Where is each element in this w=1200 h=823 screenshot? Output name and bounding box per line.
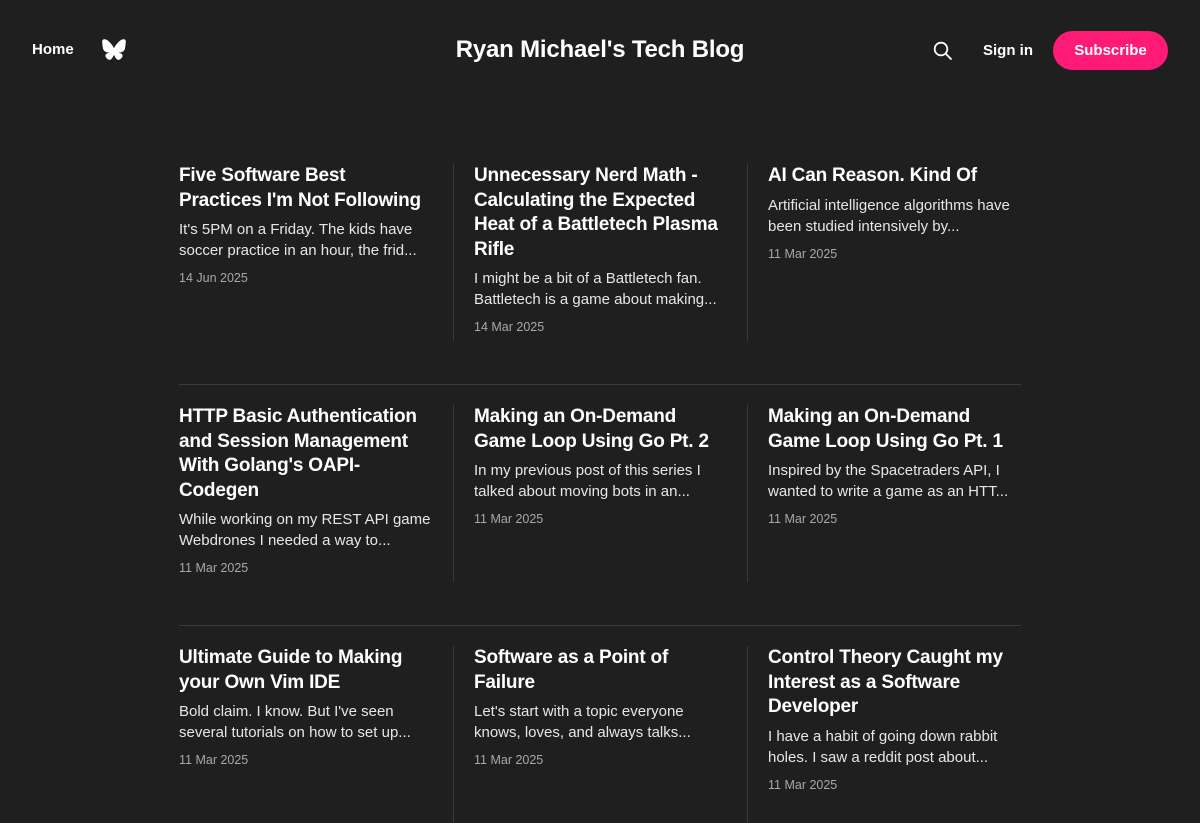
post-feed: Five Software Best Practices I'm Not Fol… [179, 164, 1021, 823]
nav-home-link[interactable]: Home [32, 37, 74, 63]
nav-right: Sign in Subscribe [931, 31, 1168, 70]
post-date: 11 Mar 2025 [179, 561, 249, 575]
post-title[interactable]: HTTP Basic Authentication and Session Ma… [179, 405, 433, 503]
post-row: HTTP Basic Authentication and Session Ma… [179, 405, 1021, 582]
search-icon [933, 41, 952, 60]
post-title[interactable]: Software as a Point of Failure [474, 646, 727, 695]
row-divider [179, 384, 1021, 385]
post-row: Ultimate Guide to Making your Own Vim ID… [179, 646, 1021, 823]
post-title[interactable]: Ultimate Guide to Making your Own Vim ID… [179, 646, 433, 695]
subscribe-button[interactable]: Subscribe [1053, 31, 1168, 70]
post-title[interactable]: Control Theory Caught my Interest as a S… [768, 646, 1021, 720]
post-card[interactable]: Making an On-Demand Game Loop Using Go P… [453, 405, 747, 582]
post-excerpt: Inspired by the Spacetraders API, I want… [768, 462, 1009, 500]
sign-in-link[interactable]: Sign in [983, 42, 1033, 59]
post-card[interactable]: Making an On-Demand Game Loop Using Go P… [747, 405, 1021, 582]
post-card[interactable]: Ultimate Guide to Making your Own Vim ID… [179, 646, 453, 823]
post-date: 14 Mar 2025 [474, 320, 545, 334]
butterfly-icon-svg [101, 39, 126, 60]
post-date: 11 Mar 2025 [768, 512, 838, 526]
post-row: Five Software Best Practices I'm Not Fol… [179, 164, 1021, 341]
post-date: 14 Jun 2025 [179, 271, 248, 285]
post-date: 11 Mar 2025 [768, 246, 838, 261]
post-excerpt: While working on my REST API game Webdro… [179, 511, 431, 549]
post-excerpt: Bold claim. I know. But I've seen severa… [179, 703, 411, 741]
post-card[interactable]: HTTP Basic Authentication and Session Ma… [179, 405, 453, 582]
nav-left: Home [32, 37, 127, 63]
post-card[interactable]: Unnecessary Nerd Math - Calculating the … [453, 164, 747, 341]
post-title[interactable]: Making an On-Demand Game Loop Using Go P… [474, 405, 727, 454]
row-divider [179, 625, 1021, 626]
post-card[interactable]: Software as a Point of Failure Let's sta… [453, 646, 747, 823]
post-excerpt: Let's start with a topic everyone knows,… [474, 703, 691, 741]
post-excerpt: I have a habit of going down rabbit hole… [768, 727, 998, 766]
post-title[interactable]: Unnecessary Nerd Math - Calculating the … [474, 164, 727, 262]
site-header: Home Ryan Michael's Tech Blog Sign in Su… [0, 0, 1200, 100]
post-card[interactable]: AI Can Reason. Kind Of Artificial intell… [747, 164, 1021, 341]
post-title[interactable]: AI Can Reason. Kind Of [768, 164, 1021, 189]
post-card[interactable]: Five Software Best Practices I'm Not Fol… [179, 164, 453, 341]
post-date: 11 Mar 2025 [768, 777, 838, 792]
site-title[interactable]: Ryan Michael's Tech Blog [456, 36, 745, 63]
post-excerpt: In my previous post of this series I tal… [474, 462, 701, 500]
post-title[interactable]: Five Software Best Practices I'm Not Fol… [179, 164, 433, 213]
post-excerpt: I might be a bit of a Battletech fan. Ba… [474, 270, 717, 308]
search-button[interactable] [931, 32, 955, 70]
post-card[interactable]: Control Theory Caught my Interest as a S… [747, 646, 1021, 823]
post-excerpt: It's 5PM on a Friday. The kids have socc… [179, 221, 417, 259]
post-date: 11 Mar 2025 [474, 753, 544, 767]
post-excerpt: Artificial intelligence algorithms have … [768, 196, 1010, 235]
butterfly-icon[interactable] [101, 37, 127, 63]
post-date: 11 Mar 2025 [179, 753, 249, 767]
post-title[interactable]: Making an On-Demand Game Loop Using Go P… [768, 405, 1021, 454]
post-date: 11 Mar 2025 [474, 512, 544, 526]
